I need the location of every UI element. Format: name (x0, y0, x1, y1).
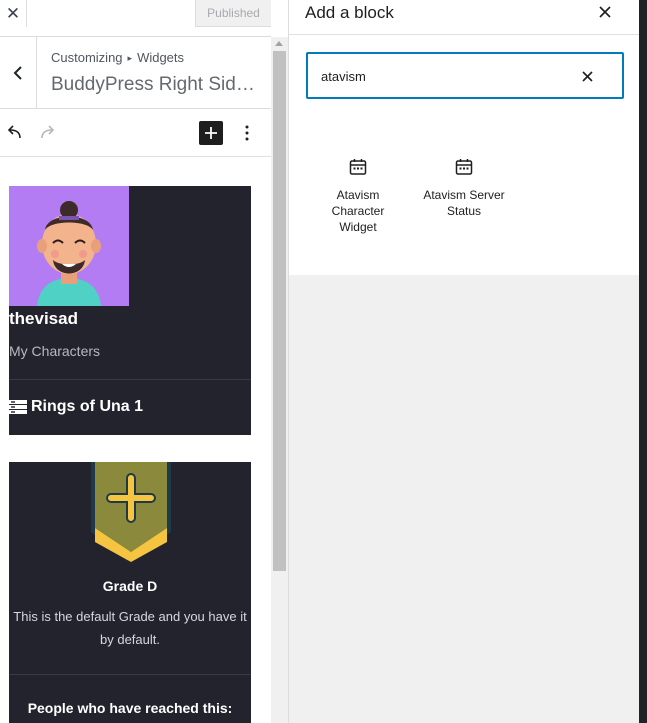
customizer-screen: ✕ Published Customizing ▸ Widgets BuddyPre… (0, 0, 647, 723)
breadcrumb: Customizing ▸ Widgets (51, 50, 184, 65)
calendar-widget-icon (349, 159, 367, 175)
close-icon (581, 70, 593, 82)
server-row: Rings of Una 1 (9, 398, 143, 416)
window-edge (639, 0, 647, 723)
grade-title: Grade D (102, 578, 158, 594)
block-inserter-panel: Add a block atavism Atavism Character Wi… (289, 0, 639, 723)
breadcrumb-customizing: Customizing (51, 50, 123, 65)
scrollbar-thumb[interactable] (273, 51, 286, 571)
grade-description: This is the default Grade and you have i… (13, 609, 247, 647)
inserter-title: Add a block (305, 3, 394, 22)
close-inserter-button[interactable] (595, 2, 615, 22)
calendar-widget-icon (455, 159, 473, 175)
plus-icon (205, 127, 217, 139)
block-result-atavism-character-widget[interactable]: Atavism Character Widget (312, 152, 404, 248)
grade-widget-preview[interactable]: Grade D This is the default Grade and yo… (9, 462, 251, 723)
redo-icon[interactable] (39, 123, 57, 141)
clear-search-button[interactable] (578, 67, 596, 85)
character-widget-preview[interactable]: thevisad My Characters Rings of Una 1 (9, 186, 251, 435)
kebab-icon (245, 125, 249, 141)
block-toolbar (0, 109, 271, 157)
more-options-button[interactable] (240, 123, 254, 143)
breadcrumb-widgets: Widgets (137, 50, 185, 65)
undo-icon[interactable] (5, 123, 23, 141)
divider (9, 674, 251, 675)
inserter-content: Add a block atavism Atavism Character Wi… (289, 0, 639, 275)
published-button: Published (195, 0, 271, 27)
grade-badge-icon (91, 462, 171, 562)
divider (9, 379, 251, 380)
section-title: BuddyPress Right Sideb... (51, 74, 265, 95)
scroll-up-arrow-icon[interactable] (275, 41, 283, 46)
server-name: Rings of Una 1 (31, 398, 144, 415)
my-characters-label: My Characters (9, 343, 101, 359)
character-username: thevisad (9, 309, 78, 328)
section-header: Customizing ▸ Widgets BuddyPress Right Sid… (0, 37, 271, 109)
people-reached-heading: People who have reached this: (27, 700, 233, 716)
breadcrumb-separator: ▸ (127, 53, 133, 63)
preview-scrollbar[interactable] (271, 37, 288, 723)
inserter-header: Add a block (289, 0, 639, 35)
back-button[interactable] (0, 37, 37, 109)
close-icon[interactable]: ✕ (0, 0, 27, 27)
customizer-header: ✕ Published (0, 0, 271, 37)
block-search-input[interactable] (321, 66, 571, 86)
block-result-atavism-server-status[interactable]: Atavism Server Status (418, 152, 510, 248)
add-block-button[interactable] (199, 121, 223, 145)
chevron-left-icon (13, 66, 22, 80)
block-search-field[interactable] (306, 52, 624, 99)
customizer-sidebar: ✕ Published Customizing ▸ Widgets BuddyPre… (0, 0, 271, 723)
close-icon (599, 6, 611, 18)
avatar-illustration (9, 186, 129, 306)
avatar (9, 186, 129, 306)
block-result-label: Atavism Server Status (423, 188, 505, 218)
block-result-label: Atavism Character Widget (331, 188, 385, 234)
server-icon (9, 400, 27, 414)
